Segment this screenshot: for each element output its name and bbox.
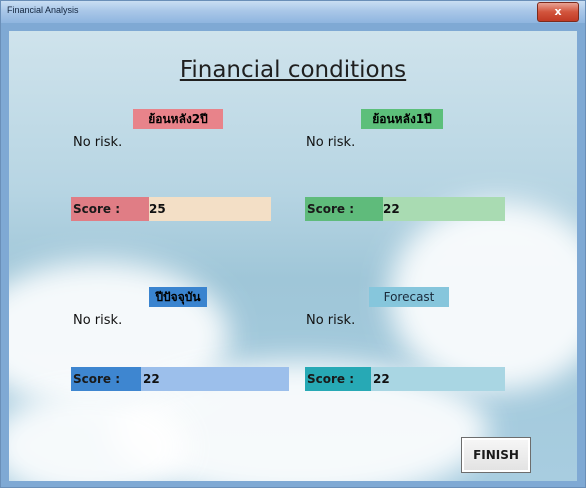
score-value: 22 — [383, 202, 400, 216]
score-value: 22 — [373, 372, 390, 386]
score-value: 22 — [143, 372, 160, 386]
risk-status-forecast: No risk. — [306, 313, 356, 328]
risk-status-current: No risk. — [73, 313, 123, 328]
period-label-2y-back: ย้อนหลัง2ปี — [133, 109, 223, 129]
score-label: Score : — [71, 197, 149, 221]
score-label: Score : — [71, 367, 141, 391]
period-label-1y-back: ย้อนหลัง1ปี — [361, 109, 443, 129]
score-bar-2y-back: Score : 25 — [71, 197, 271, 221]
client-area: Financial conditions ย้อนหลัง2ปี No risk… — [9, 31, 577, 481]
score-bar-forecast: Score : 22 — [305, 367, 505, 391]
period-label-forecast: Forecast — [369, 287, 449, 307]
window-title: Financial Analysis — [7, 5, 79, 15]
score-bar-current: Score : 22 — [71, 367, 289, 391]
title-bar[interactable]: Financial Analysis x — [1, 1, 585, 23]
risk-status-1y-back: No risk. — [306, 135, 356, 150]
score-label: Score : — [305, 367, 371, 391]
score-label: Score : — [305, 197, 383, 221]
period-label-current: ปีปัจจุบัน — [149, 287, 207, 307]
finish-button[interactable]: FINISH — [461, 437, 531, 473]
score-value: 25 — [149, 202, 166, 216]
risk-status-2y-back: No risk. — [73, 135, 123, 150]
app-window: Financial Analysis x Financial condition… — [0, 0, 586, 488]
close-button[interactable]: x — [537, 2, 579, 22]
page-title: Financial conditions — [179, 57, 407, 83]
score-bar-1y-back: Score : 22 — [305, 197, 505, 221]
